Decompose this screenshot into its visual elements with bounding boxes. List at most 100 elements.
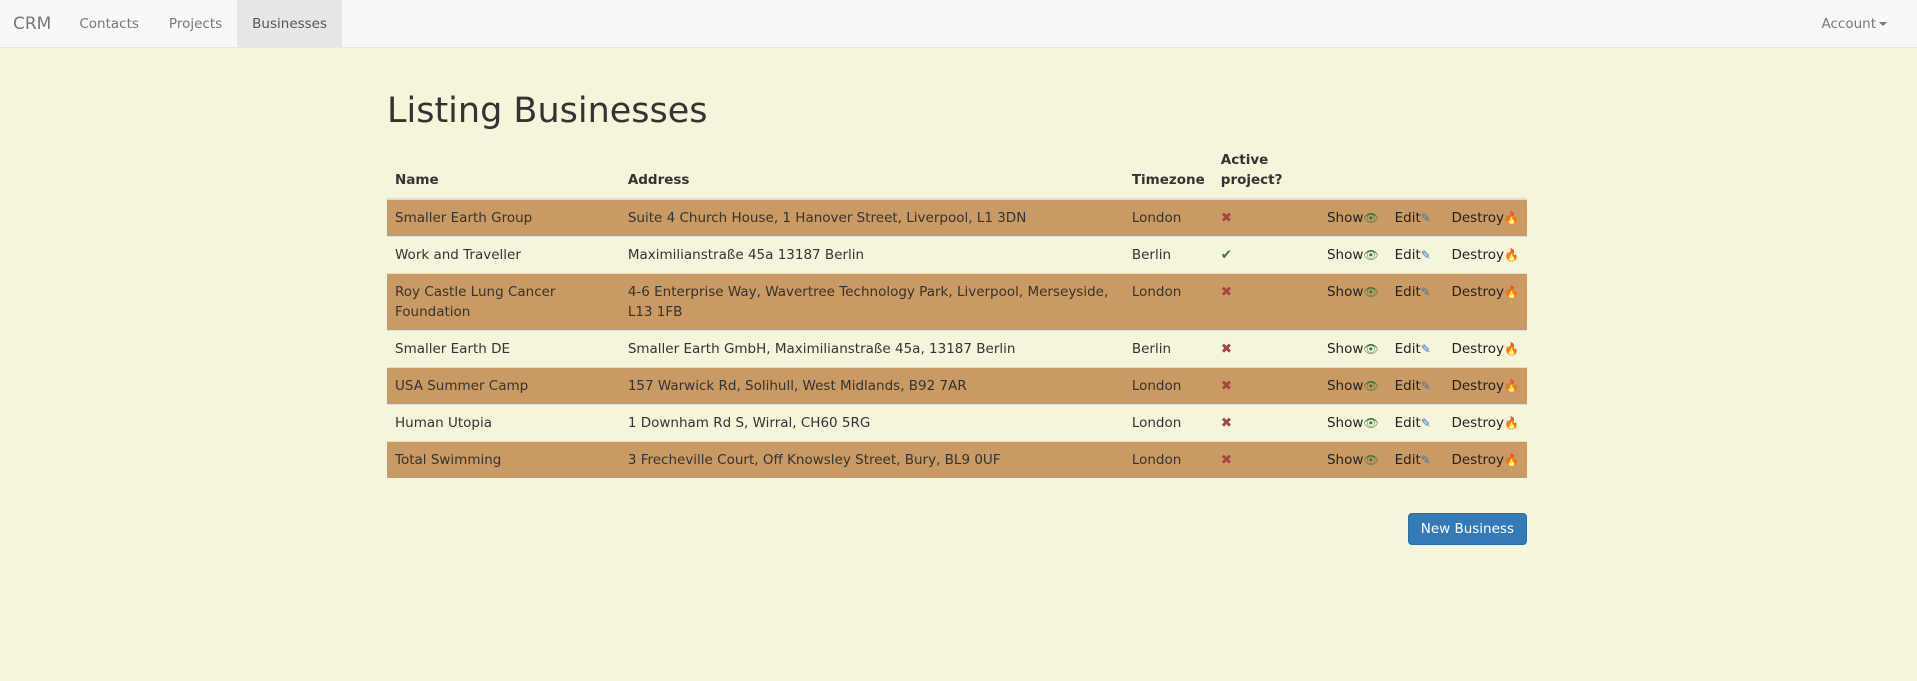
cell-address: 1 Downham Rd S, Wirral, CH60 5RG	[619, 404, 1124, 442]
show-link[interactable]: Show👁	[1318, 367, 1387, 405]
cell-timezone: Berlin	[1123, 330, 1213, 368]
show-link[interactable]: Show👁	[1318, 198, 1387, 237]
show-label: Show	[1326, 247, 1364, 263]
edit-label: Edit	[1394, 378, 1421, 394]
cell-name: Smaller Earth DE	[387, 330, 620, 368]
edit-link[interactable]: Edit✎	[1386, 198, 1444, 237]
nav-businesses[interactable]: Businesses	[237, 0, 343, 47]
cross-icon: ✖	[1220, 452, 1233, 468]
table-row: Smaller Earth Group Suite 4 Church House,…	[387, 198, 1527, 237]
show-link[interactable]: Show👁	[1318, 236, 1387, 274]
pencil-icon: ✎	[1420, 342, 1431, 356]
destroy-link[interactable]: Destroy🔥	[1443, 236, 1527, 274]
businesses-table: Name Address Timezone Active project? Sm…	[387, 150, 1527, 478]
cell-timezone: London	[1123, 404, 1213, 442]
table-row: Total Swimming 3 Frecheville Court, Off K…	[387, 441, 1527, 478]
cell-timezone: London	[1123, 273, 1213, 331]
cell-active: ✖	[1212, 273, 1319, 331]
cross-icon: ✖	[1220, 341, 1233, 357]
cross-icon: ✖	[1220, 378, 1233, 394]
cell-timezone: London	[1123, 367, 1213, 405]
edit-link[interactable]: Edit✎	[1386, 367, 1444, 405]
destroy-link[interactable]: Destroy🔥	[1443, 273, 1527, 331]
cell-active: ✔	[1212, 236, 1319, 274]
table-row: Human Utopia 1 Downham Rd S, Wirral, CH60…	[387, 404, 1527, 442]
nav-projects[interactable]: Projects	[154, 0, 237, 47]
show-link[interactable]: Show👁	[1318, 404, 1387, 442]
table-body: Smaller Earth Group Suite 4 Church House,…	[387, 198, 1527, 478]
cell-active: ✖	[1212, 404, 1319, 442]
show-link[interactable]: Show👁	[1318, 273, 1387, 331]
destroy-link[interactable]: Destroy🔥	[1443, 198, 1527, 237]
column-header-actions	[1318, 150, 1527, 200]
cell-address: Suite 4 Church House, 1 Hanover Street, …	[619, 198, 1124, 237]
brand-link[interactable]: CRM	[0, 0, 64, 47]
fire-icon: 🔥	[1504, 453, 1519, 467]
edit-link[interactable]: Edit✎	[1386, 441, 1444, 478]
pencil-icon: ✎	[1420, 453, 1431, 467]
cell-active: ✖	[1212, 367, 1319, 405]
edit-link[interactable]: Edit✎	[1386, 273, 1444, 331]
cell-timezone: London	[1123, 441, 1213, 478]
eye-icon: 👁	[1363, 453, 1379, 467]
fire-icon: 🔥	[1504, 342, 1519, 356]
fire-icon: 🔥	[1504, 211, 1519, 225]
edit-label: Edit	[1394, 452, 1421, 468]
eye-icon: 👁	[1363, 416, 1379, 430]
edit-label: Edit	[1394, 210, 1421, 226]
column-header-name: Name	[387, 150, 620, 200]
cell-address: 3 Frecheville Court, Off Knowsley Street…	[619, 441, 1124, 478]
edit-label: Edit	[1394, 415, 1421, 431]
cell-address: Smaller Earth GmbH, Maximilianstraße 45a…	[619, 330, 1124, 368]
cell-address: Maximilianstraße 45a 13187 Berlin	[619, 236, 1124, 274]
edit-link[interactable]: Edit✎	[1386, 330, 1444, 368]
cell-name: Total Swimming	[387, 441, 620, 478]
column-header-timezone: Timezone	[1123, 150, 1213, 200]
destroy-link[interactable]: Destroy🔥	[1443, 441, 1527, 478]
destroy-label: Destroy	[1451, 284, 1505, 300]
edit-link[interactable]: Edit✎	[1386, 236, 1444, 274]
cell-name: Human Utopia	[387, 404, 620, 442]
destroy-link[interactable]: Destroy🔥	[1443, 404, 1527, 442]
cell-name: Work and Traveller	[387, 236, 620, 274]
cell-name: Roy Castle Lung Cancer Foundation	[387, 273, 620, 331]
table-row: Roy Castle Lung Cancer Foundation 4-6 Ent…	[387, 273, 1527, 331]
pencil-icon: ✎	[1420, 248, 1431, 262]
account-dropdown[interactable]: Account	[1821, 0, 1887, 47]
eye-icon: 👁	[1363, 379, 1379, 393]
show-label: Show	[1326, 452, 1364, 468]
show-label: Show	[1326, 415, 1364, 431]
pencil-icon: ✎	[1420, 416, 1431, 430]
check-icon: ✔	[1220, 247, 1233, 263]
destroy-link[interactable]: Destroy🔥	[1443, 330, 1527, 368]
show-link[interactable]: Show👁	[1318, 441, 1387, 478]
pencil-icon: ✎	[1420, 285, 1431, 299]
pencil-icon: ✎	[1420, 211, 1431, 225]
cell-active: ✖	[1212, 198, 1319, 237]
table-row: Smaller Earth DE Smaller Earth GmbH, Maxi…	[387, 330, 1527, 368]
show-link[interactable]: Show👁	[1318, 330, 1387, 368]
fire-icon: 🔥	[1504, 285, 1519, 299]
eye-icon: 👁	[1363, 211, 1379, 225]
fire-icon: 🔥	[1504, 379, 1519, 393]
edit-link[interactable]: Edit✎	[1386, 404, 1444, 442]
destroy-label: Destroy	[1451, 452, 1505, 468]
show-label: Show	[1326, 210, 1364, 226]
show-label: Show	[1326, 378, 1364, 394]
destroy-label: Destroy	[1451, 415, 1505, 431]
eye-icon: 👁	[1363, 342, 1379, 356]
fire-icon: 🔥	[1504, 248, 1519, 262]
cell-address: 4-6 Enterprise Way, Wavertree Technology…	[619, 273, 1124, 331]
destroy-label: Destroy	[1451, 247, 1505, 263]
nav-contacts[interactable]: Contacts	[64, 0, 154, 47]
caret-down-icon	[1879, 21, 1887, 26]
edit-label: Edit	[1394, 284, 1421, 300]
destroy-link[interactable]: Destroy🔥	[1443, 367, 1527, 405]
edit-label: Edit	[1394, 247, 1421, 263]
cross-icon: ✖	[1220, 284, 1233, 300]
account-label: Account	[1821, 15, 1876, 32]
destroy-label: Destroy	[1451, 210, 1505, 226]
new-business-button[interactable]: New Business	[1407, 513, 1527, 545]
eye-icon: 👁	[1363, 248, 1379, 262]
cell-address: 157 Warwick Rd, Solihull, West Midlands,…	[619, 367, 1124, 405]
